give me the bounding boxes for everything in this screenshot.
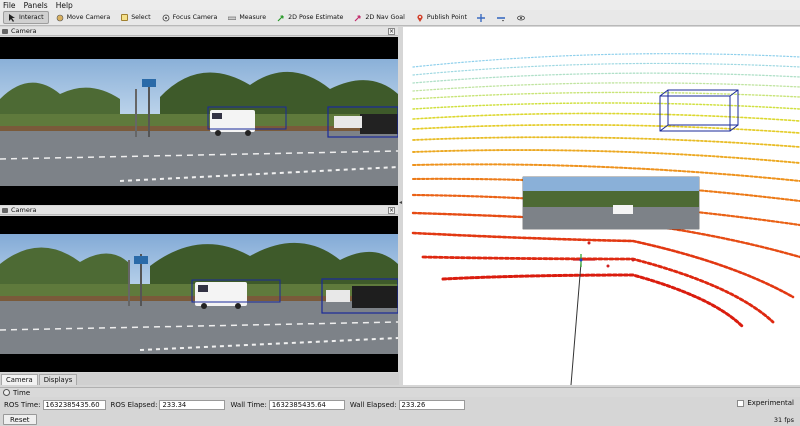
crosshair-icon xyxy=(476,13,485,22)
tool-label: Move Camera xyxy=(66,14,111,21)
cursor-icon xyxy=(9,13,15,22)
focus-camera-icon xyxy=(162,14,170,21)
camera-scene-top xyxy=(0,59,398,186)
tab-displays[interactable]: Displays xyxy=(38,374,78,385)
camera-scene-bottom xyxy=(0,234,398,354)
tool-label: 2D Pose Estimate xyxy=(288,14,344,21)
wall-time-field[interactable]: 1632385435.64 xyxy=(268,399,345,410)
close-icon[interactable]: × xyxy=(388,28,395,35)
ros-time-label: ROS Time: xyxy=(4,400,41,409)
tool-label: Measure xyxy=(239,14,267,21)
tool-label: Select xyxy=(131,14,151,21)
street-scene-bottom xyxy=(0,234,398,354)
tool-publish-point[interactable]: Publish Point xyxy=(412,11,471,24)
tool-2d-nav-goal[interactable]: 2D Nav Goal xyxy=(350,11,409,24)
chevron-left-icon[interactable]: ◂ xyxy=(399,199,402,206)
fps-readout: 31 fps xyxy=(773,415,794,424)
tool-2d-pose-estimate[interactable]: 2D Pose Estimate xyxy=(273,11,347,24)
camera-panel-top-title: Camera × xyxy=(0,27,398,36)
pose-arrow-icon xyxy=(277,14,284,21)
status-row: Reset 31 fps xyxy=(0,413,800,426)
select-icon xyxy=(121,14,129,21)
tool-focus-camera[interactable]: Focus Camera xyxy=(158,11,222,24)
wall-elapsed-label: Wall Elapsed: xyxy=(349,400,397,409)
time-panel-label: Time xyxy=(13,388,31,397)
tool-label: Publish Point xyxy=(426,14,467,21)
panel-title-label: Camera xyxy=(11,206,37,214)
experimental-label: Experimental xyxy=(747,399,794,407)
menu-bar: File Panels Help xyxy=(0,0,800,10)
time-values-row: ROS Time: 1632385435.60 ROS Elapsed: 233… xyxy=(0,398,800,411)
eye-icon xyxy=(517,15,525,20)
tool-move-camera[interactable]: Move Camera xyxy=(52,11,115,24)
camera-panel-bottom-title: Camera × xyxy=(0,206,398,215)
tab-camera[interactable]: Camera xyxy=(1,374,38,385)
3d-view[interactable] xyxy=(403,27,800,385)
time-panel-title: Time xyxy=(0,387,800,397)
menu-help[interactable]: Help xyxy=(56,1,73,10)
camera-icon xyxy=(2,28,8,34)
clock-icon xyxy=(3,389,10,396)
tool-label: Interact xyxy=(19,14,44,21)
experimental-option: Experimental xyxy=(737,399,794,407)
ros-elapsed-label: ROS Elapsed: xyxy=(110,400,158,409)
close-icon[interactable]: × xyxy=(388,207,395,214)
camera-icon xyxy=(2,207,8,213)
move-camera-icon xyxy=(56,14,63,21)
reset-button[interactable]: Reset xyxy=(3,414,37,425)
ros-time-field[interactable]: 1632385435.60 xyxy=(42,399,106,410)
tool-label: 2D Nav Goal xyxy=(365,14,405,21)
point-cloud-canvas xyxy=(411,53,800,385)
nav-arrow-icon xyxy=(354,14,361,21)
tool-measure[interactable]: Measure xyxy=(224,11,270,24)
menu-file[interactable]: File xyxy=(3,1,16,10)
camera-image-bottom xyxy=(0,216,398,372)
tool-select[interactable]: Select xyxy=(117,11,154,24)
panel-tab-row: Camera Displays xyxy=(0,373,400,385)
experimental-checkbox[interactable] xyxy=(737,399,745,407)
tool-extra-crosshair[interactable] xyxy=(474,11,491,24)
tool-interact[interactable]: Interact xyxy=(3,11,49,24)
tool-extra-minus[interactable] xyxy=(494,11,511,24)
tool-bar: Interact Move Camera Select Focus Camera… xyxy=(0,10,800,26)
pin-icon xyxy=(417,14,423,22)
camera-image-top xyxy=(0,37,398,205)
tool-extra-eye[interactable] xyxy=(514,11,531,24)
menu-panels[interactable]: Panels xyxy=(24,1,48,10)
tool-label: Focus Camera xyxy=(172,14,218,21)
wall-elapsed-field[interactable]: 233.26 xyxy=(398,399,465,410)
ros-elapsed-field[interactable]: 233.34 xyxy=(159,399,226,410)
wall-time-label: Wall Time: xyxy=(230,400,267,409)
street-scene-top xyxy=(0,59,398,186)
minus-icon xyxy=(496,16,505,21)
panel-title-label: Camera xyxy=(11,27,37,35)
ruler-icon xyxy=(228,16,237,20)
